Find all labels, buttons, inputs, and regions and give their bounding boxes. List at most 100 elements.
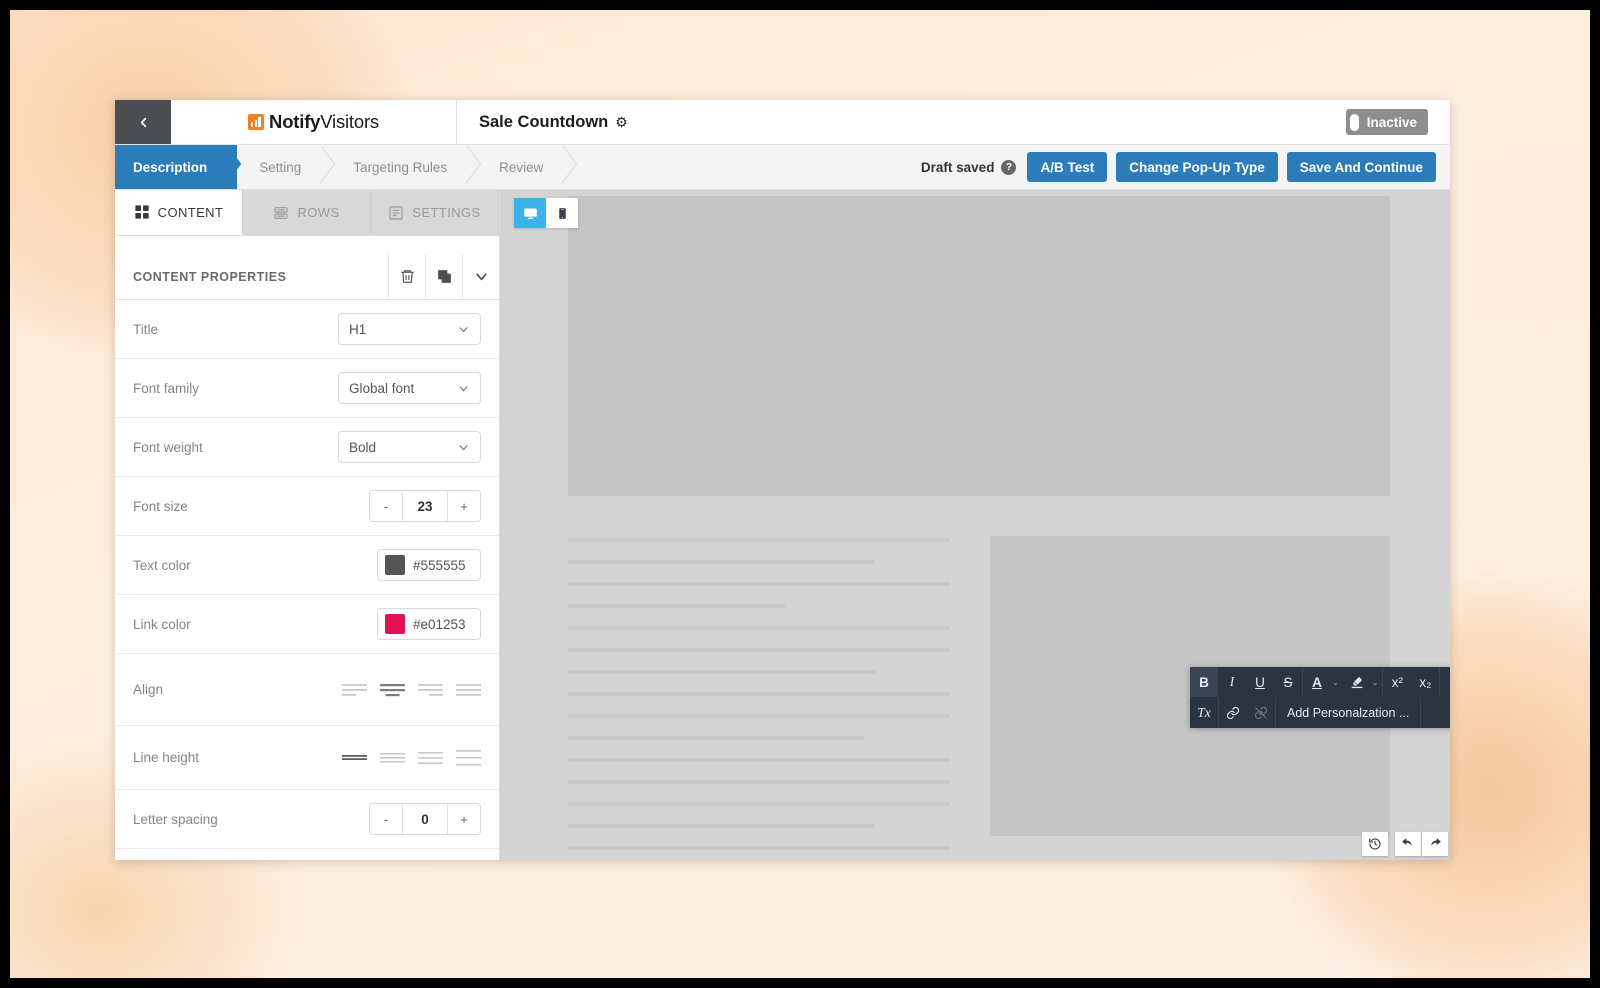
align-left-icon[interactable] <box>342 681 367 699</box>
tab-settings[interactable]: SETTINGS <box>371 190 499 235</box>
skeleton-line <box>568 582 950 586</box>
desktop-view-button[interactable] <box>514 198 546 228</box>
highlight-button[interactable] <box>1343 667 1371 697</box>
skeleton-line <box>568 692 950 696</box>
hero-image-placeholder[interactable] <box>568 196 1390 496</box>
font-size-value[interactable]: 23 <box>402 491 448 521</box>
tab-label: SETTINGS <box>412 205 480 220</box>
duplicate-icon[interactable] <box>425 254 462 300</box>
skeleton-line <box>568 626 950 630</box>
font-weight-select-value: Bold <box>349 440 457 455</box>
highlighter-icon <box>1350 675 1364 689</box>
title-select[interactable]: H1 <box>338 313 481 345</box>
clear-formatting-button[interactable]: Tx <box>1190 698 1218 728</box>
link-button[interactable] <box>1219 698 1247 728</box>
chevron-left-icon <box>136 115 151 130</box>
chevron-down-icon[interactable] <box>462 254 499 300</box>
font-family-select[interactable]: Global font <box>338 372 481 404</box>
unlink-icon <box>1254 706 1268 720</box>
align-justify-icon[interactable] <box>456 681 481 699</box>
history-icon[interactable] <box>1362 832 1388 856</box>
property-label: Link color <box>133 617 191 632</box>
property-row-align: Align <box>115 654 499 726</box>
mobile-view-button[interactable] <box>546 198 578 228</box>
font-weight-select[interactable]: Bold <box>338 431 481 463</box>
bar-chart-logo-icon <box>248 114 264 130</box>
text-column-placeholder[interactable] <box>568 536 962 860</box>
step-setting[interactable]: Setting <box>237 145 331 189</box>
skeleton-line <box>568 648 950 652</box>
property-row-line-height: Line height <box>115 726 499 790</box>
font-size-stepper: - 23 + <box>369 490 481 522</box>
link-color-picker[interactable]: #e01253 <box>377 608 481 640</box>
add-personalization-button[interactable]: Add Personalzation ... <box>1276 697 1421 728</box>
mobile-icon <box>556 207 569 220</box>
property-row-text-color: Text color #555555 <box>115 536 499 595</box>
special-character-button[interactable]: Ω <box>1440 667 1450 697</box>
letter-spacing-increment[interactable]: + <box>448 804 480 834</box>
superscript-button[interactable]: x² <box>1383 667 1411 697</box>
highlight-caret-icon[interactable]: ⌄ <box>1371 678 1383 687</box>
unlink-button[interactable] <box>1247 698 1275 728</box>
property-row-font-family: Font family Global font <box>115 359 499 418</box>
redo-glyph <box>1428 837 1442 851</box>
text-color-picker[interactable]: #555555 <box>377 549 481 581</box>
line-height-3-icon[interactable] <box>418 749 443 767</box>
property-row-text-direction: Text direction ⁋ ¶ <box>115 849 499 860</box>
letter-spacing-decrement[interactable]: - <box>370 804 402 834</box>
back-button[interactable] <box>115 100 171 144</box>
step-targeting-rules[interactable]: Targeting Rules <box>331 145 477 189</box>
font-size-decrement[interactable]: - <box>370 491 402 521</box>
property-label: Title <box>133 322 158 337</box>
trash-icon[interactable] <box>388 254 425 300</box>
bold-button[interactable]: B <box>1190 667 1218 697</box>
strikethrough-button[interactable]: S <box>1274 667 1302 697</box>
font-size-increment[interactable]: + <box>448 491 480 521</box>
undo-icon[interactable] <box>1395 832 1421 856</box>
line-height-2-icon[interactable] <box>380 750 405 766</box>
skeleton-line <box>568 604 785 608</box>
skeleton-line <box>568 758 950 762</box>
tab-rows[interactable]: ROWS <box>243 190 371 235</box>
action-bar: Draft saved ? A/B Test Change Pop-Up Typ… <box>921 145 1450 189</box>
line-height-4-icon[interactable] <box>456 748 481 768</box>
redo-icon[interactable] <box>1422 832 1448 856</box>
step-label: Review <box>499 160 543 175</box>
content-properties-header: CONTENT PROPERTIES <box>115 254 499 300</box>
subscript-button[interactable]: x₂ <box>1411 667 1439 697</box>
align-center-icon[interactable] <box>380 681 405 699</box>
property-label: Text color <box>133 558 191 573</box>
chevron-down-icon <box>457 323 470 336</box>
letter-spacing-value[interactable]: 0 <box>402 804 448 834</box>
help-icon[interactable]: ? <box>1001 160 1016 175</box>
link-icon <box>1226 706 1240 720</box>
list-icon <box>388 205 404 221</box>
line-height-1-icon[interactable] <box>342 751 367 765</box>
step-review[interactable]: Review <box>477 145 573 189</box>
rte-row-1: B I U S A ⌄ ⌄ x² x₂ <box>1190 667 1450 697</box>
change-popup-type-button[interactable]: Change Pop-Up Type <box>1116 152 1278 182</box>
underline-button[interactable]: U <box>1246 667 1274 697</box>
ab-test-button[interactable]: A/B Test <box>1027 152 1107 182</box>
property-row-font-size: Font size - 23 + <box>115 477 499 536</box>
brand-logo-cell: NotifyVisitors <box>171 100 457 144</box>
desktop-icon <box>523 206 538 221</box>
panel-section-title: CONTENT PROPERTIES <box>115 270 388 284</box>
tab-content[interactable]: CONTENT <box>115 190 243 235</box>
skeleton-line <box>568 538 950 542</box>
italic-button[interactable]: I <box>1218 667 1246 697</box>
gear-icon[interactable]: ⚙ <box>615 114 628 131</box>
align-right-icon[interactable] <box>418 681 443 699</box>
status-toggle[interactable]: Inactive <box>1346 109 1428 135</box>
status-cell: Inactive <box>1346 100 1450 144</box>
save-and-continue-button[interactable]: Save And Continue <box>1287 152 1436 182</box>
rte-group-basic: B I U S <box>1190 667 1303 697</box>
brand: NotifyVisitors <box>248 111 379 133</box>
property-row-font-weight: Font weight Bold <box>115 418 499 477</box>
font-color-button[interactable]: A <box>1303 667 1331 697</box>
property-row-link-color: Link color #e01253 <box>115 595 499 654</box>
chevron-down-icon <box>457 382 470 395</box>
editor-body: CONTENT ROWS SETTINGS CONTENT PROPERTIES <box>115 190 1450 860</box>
step-description[interactable]: Description <box>115 145 237 189</box>
font-color-caret-icon[interactable]: ⌄ <box>1331 678 1343 687</box>
